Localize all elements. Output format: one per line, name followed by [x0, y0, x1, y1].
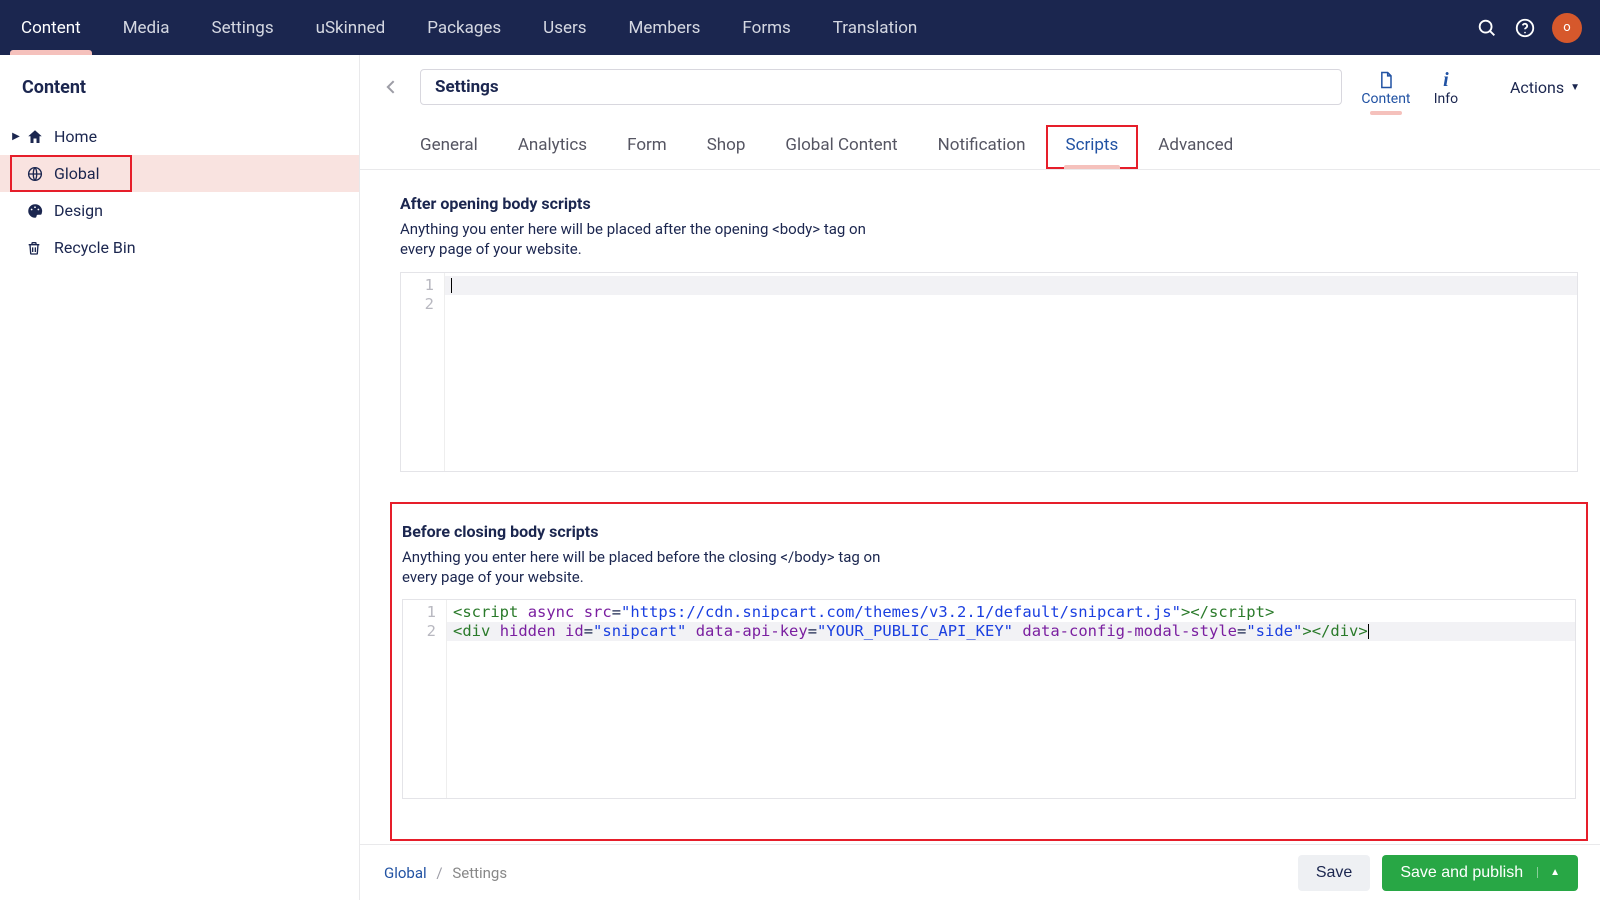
- content-tab-notification[interactable]: Notification: [918, 125, 1046, 169]
- section-before-close-body: Before closing body scripts Anything you…: [402, 522, 1576, 800]
- tree-node-label: Design: [54, 201, 103, 220]
- content-tab-form[interactable]: Form: [607, 125, 687, 169]
- code-editor-before-close[interactable]: 12 <script async src="https://cdn.snipca…: [402, 599, 1576, 799]
- avatar-initial: o: [1563, 20, 1570, 35]
- nav-tab-forms[interactable]: Forms: [721, 0, 811, 55]
- section-description: Anything you enter here will be placed b…: [402, 547, 882, 588]
- section-after-open-body: After opening body scripts Anything you …: [400, 194, 1578, 472]
- app-tab-content[interactable]: Content: [1356, 67, 1416, 107]
- nav-tab-settings[interactable]: Settings: [191, 0, 295, 55]
- nav-tab-packages[interactable]: Packages: [406, 0, 522, 55]
- globe-icon: [26, 165, 46, 183]
- nav-tab-users[interactable]: Users: [522, 0, 607, 55]
- document-icon: [1356, 69, 1416, 91]
- content-tabs: GeneralAnalyticsFormShopGlobal ContentNo…: [360, 111, 1600, 170]
- help-icon[interactable]: [1506, 9, 1544, 47]
- section-description: Anything you enter here will be placed a…: [400, 219, 880, 260]
- trash-icon: [26, 240, 46, 256]
- code-editor-after-open[interactable]: 12: [400, 272, 1578, 472]
- breadcrumb-root[interactable]: Global: [384, 864, 427, 882]
- caret-up-icon[interactable]: ▲: [1537, 867, 1560, 878]
- nav-tab-uskinned[interactable]: uSkinned: [295, 0, 407, 55]
- tree-node-global[interactable]: Global: [0, 155, 359, 192]
- tree-node-label: Home: [54, 127, 97, 146]
- sidebar-heading: Content: [0, 55, 359, 118]
- tree-node-design[interactable]: Design: [0, 192, 359, 229]
- nav-tab-translation[interactable]: Translation: [812, 0, 939, 55]
- editor-footer: Global / Settings Save Save and publish …: [360, 844, 1600, 900]
- search-icon[interactable]: [1468, 9, 1506, 47]
- top-navbar: ContentMediaSettingsuSkinnedPackagesUser…: [0, 0, 1600, 55]
- tree-node-home[interactable]: ▶ Home: [0, 118, 359, 155]
- content-tab-scripts[interactable]: Scripts: [1046, 125, 1139, 169]
- app-tab-info[interactable]: iInfo: [1416, 67, 1476, 107]
- breadcrumb: Global / Settings: [384, 864, 507, 882]
- save-button[interactable]: Save: [1298, 855, 1370, 891]
- nav-tab-media[interactable]: Media: [102, 0, 191, 55]
- highlight-frame: Before closing body scripts Anything you…: [390, 502, 1588, 842]
- save-and-publish-button[interactable]: Save and publish ▲: [1382, 855, 1578, 891]
- actions-menu-button[interactable]: Actions▼: [1510, 78, 1580, 97]
- home-icon: [26, 128, 46, 146]
- info-icon: i: [1416, 69, 1476, 91]
- tree-node-recycle-bin[interactable]: Recycle Bin: [0, 229, 359, 266]
- content-tab-general[interactable]: General: [400, 125, 498, 169]
- palette-icon: [26, 202, 46, 220]
- back-arrow-icon[interactable]: [378, 73, 406, 101]
- caret-down-icon: ▼: [1570, 82, 1580, 93]
- node-title-input[interactable]: Settings: [420, 69, 1342, 105]
- tree-node-label: Global: [54, 164, 100, 183]
- breadcrumb-leaf: Settings: [452, 864, 507, 882]
- nav-tab-content[interactable]: Content: [0, 0, 102, 55]
- content-tab-global-content[interactable]: Global Content: [765, 125, 917, 169]
- content-tab-advanced[interactable]: Advanced: [1138, 125, 1253, 169]
- section-title: After opening body scripts: [400, 194, 1578, 213]
- content-tab-shop[interactable]: Shop: [687, 125, 766, 169]
- tree-node-label: Recycle Bin: [54, 238, 136, 257]
- editor-pane: Settings ContentiInfo Actions▼ GeneralAn…: [360, 55, 1600, 900]
- user-avatar[interactable]: o: [1552, 13, 1582, 43]
- expand-caret-icon[interactable]: ▶: [10, 131, 22, 142]
- content-tab-analytics[interactable]: Analytics: [498, 125, 607, 169]
- nav-tab-members[interactable]: Members: [608, 0, 722, 55]
- content-tree-sidebar: Content ▶ Home Global Design Recycle Bin: [0, 55, 360, 900]
- section-title: Before closing body scripts: [402, 522, 1576, 541]
